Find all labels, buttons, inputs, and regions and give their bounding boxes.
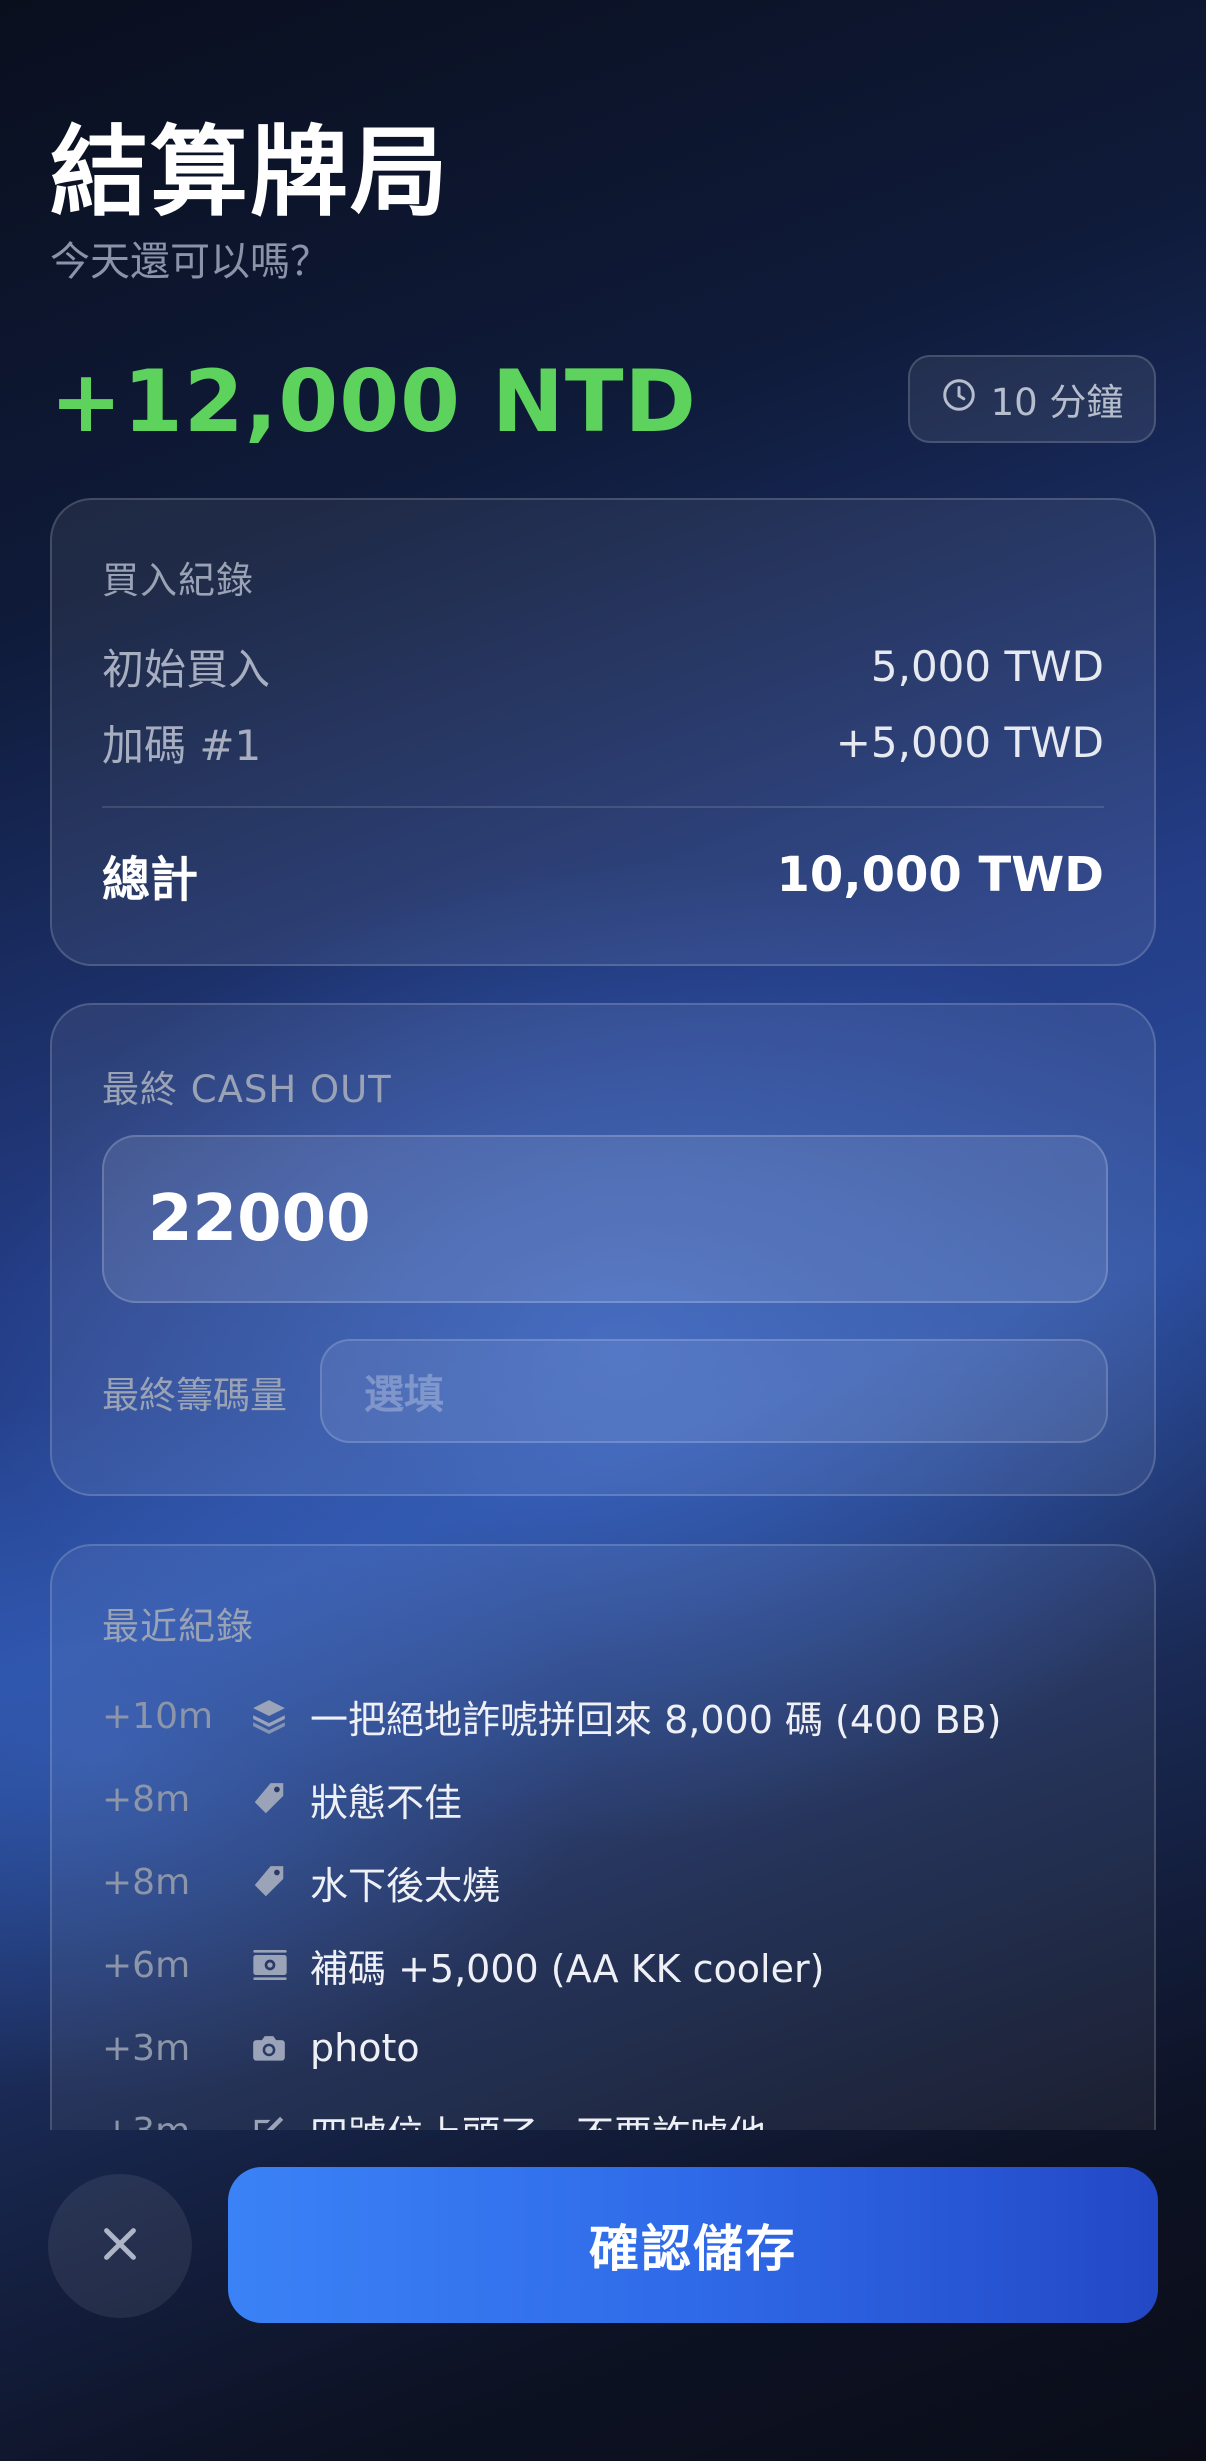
chip-stack-icon <box>250 1697 310 1735</box>
buyin-card: 買入紀錄 初始買入 5,000 TWD 加碼 #1 +5,000 TWD 總計 … <box>50 498 1156 966</box>
buyin-total-row: 總計 10,000 TWD <box>102 840 1104 910</box>
cashout-input[interactable]: 22000 <box>102 1135 1108 1303</box>
total-label: 總計 <box>102 852 199 908</box>
tag-icon <box>250 1780 310 1818</box>
divider <box>102 806 1104 808</box>
log-text: 四號位上頭了，不要詐唬他 <box>310 2104 766 2131</box>
log-text: 狀態不佳 <box>310 1780 463 1825</box>
profit-amount: +12,000 NTD <box>50 352 697 452</box>
page-subtitle: 今天還可以嗎？ <box>50 239 330 285</box>
camera-icon <box>250 2029 310 2067</box>
buyin-row-name: 加碼 #1 <box>102 721 262 770</box>
tag-icon <box>250 1863 310 1901</box>
chips-input[interactable]: 選填 <box>320 1339 1108 1443</box>
buyin-row-value: 5,000 TWD <box>870 642 1104 691</box>
log-text: 補碼 +5,000 (AA KK cooler) <box>310 1946 825 1991</box>
note-icon <box>250 2112 310 2130</box>
buyin-label: 買入紀錄 <box>102 559 254 602</box>
duration-badge: 10 分鐘 <box>908 355 1156 443</box>
log-text: photo <box>310 2026 420 2070</box>
log-time: +3m <box>102 2027 191 2069</box>
log-label: 最近紀錄 <box>102 1605 254 1648</box>
list-item: +8m 水下後太燒 <box>102 1852 1124 1912</box>
cashout-label: 最終 CASH OUT <box>102 1068 392 1111</box>
log-time: +3m <box>102 2111 250 2131</box>
list-item: +3m 四號位上頭了，不要詐唬他 <box>102 2101 1124 2130</box>
buyin-row: 初始買入 5,000 TWD <box>102 636 1104 697</box>
close-button[interactable] <box>48 2174 192 2318</box>
log-text: 一把絕地詐唬拼回來 8,000 碼 (400 BB) <box>310 1697 1002 1742</box>
log-time: +10m <box>102 1695 214 1737</box>
list-item: +3m photo <box>102 2018 1124 2078</box>
cashout-card: 最終 CASH OUT 22000 最終籌碼量 選填 <box>50 1003 1156 1496</box>
log-scroll-area[interactable]: 最近紀錄 +10m 一把絕地詐唬拼回來 8,000 碼 (400 BB) +8m… <box>0 1544 1206 2130</box>
log-card: 最近紀錄 +10m 一把絕地詐唬拼回來 8,000 碼 (400 BB) +8m… <box>50 1544 1156 2130</box>
money-icon <box>250 1945 310 1985</box>
chips-label: 最終籌碼量 <box>102 1374 287 1417</box>
log-time: +8m <box>102 1861 191 1903</box>
buyin-row: 加碼 #1 +5,000 TWD <box>102 712 1104 773</box>
buyin-row-value: +5,000 TWD <box>835 718 1104 767</box>
log-time: +8m <box>102 1778 191 1820</box>
log-text: 水下後太燒 <box>310 1863 501 1908</box>
list-item: +8m 狀態不佳 <box>102 1769 1124 1829</box>
list-item: +10m 一把絕地詐唬拼回來 8,000 碼 (400 BB) <box>102 1686 1124 1746</box>
close-icon <box>97 2221 143 2271</box>
duration-text: 10 分鐘 <box>990 381 1124 424</box>
total-value: 10,000 TWD <box>776 847 1104 903</box>
page-title: 結算牌局 <box>50 116 451 230</box>
confirm-save-button[interactable]: 確認儲存 <box>228 2167 1158 2323</box>
buyin-row-name: 初始買入 <box>102 645 271 694</box>
list-item: +6m 補碼 +5,000 (AA KK cooler) <box>102 1935 1124 1995</box>
log-time: +6m <box>102 1944 191 1986</box>
clock-icon <box>941 377 977 422</box>
